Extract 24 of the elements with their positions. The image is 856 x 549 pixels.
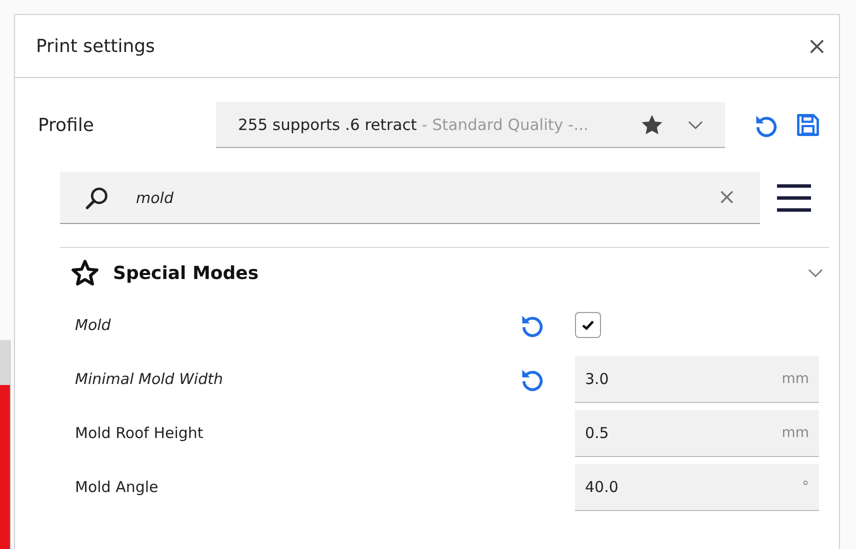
profile-label: Profile bbox=[38, 114, 95, 136]
menu-icon[interactable] bbox=[777, 183, 811, 213]
number-field[interactable]: 3.0 mm bbox=[575, 356, 819, 402]
chevron-down-icon bbox=[688, 120, 703, 130]
star-icon[interactable] bbox=[642, 114, 662, 134]
close-button[interactable]: × bbox=[798, 28, 835, 64]
number-field[interactable]: 40.0 ° bbox=[575, 464, 819, 510]
clear-button[interactable]: × bbox=[718, 185, 736, 210]
search-field[interactable]: mold × bbox=[60, 172, 760, 224]
setting-label: Mold Roof Height bbox=[75, 424, 204, 442]
setting-label: Mold Angle bbox=[75, 478, 160, 496]
search-icon bbox=[84, 184, 110, 210]
check-icon bbox=[582, 320, 594, 330]
profile-dropdown[interactable]: 255 supports .6 retract - Standard Quality -... bbox=[216, 102, 725, 148]
profile-name: 255 supports .6 retract - Standard Quality -... bbox=[238, 116, 590, 134]
save-icon[interactable] bbox=[795, 112, 821, 138]
star-icon bbox=[71, 259, 99, 287]
window-title: Print settings bbox=[36, 36, 155, 56]
setting-label: Mold bbox=[75, 316, 112, 334]
checkbox[interactable] bbox=[575, 312, 601, 338]
category-header[interactable]: Special Modes bbox=[15, 248, 839, 298]
setting-label: Minimal Mold Width bbox=[75, 370, 224, 388]
number-field[interactable]: 0.5 mm bbox=[575, 410, 819, 456]
category-title: Special Modes bbox=[113, 262, 260, 284]
